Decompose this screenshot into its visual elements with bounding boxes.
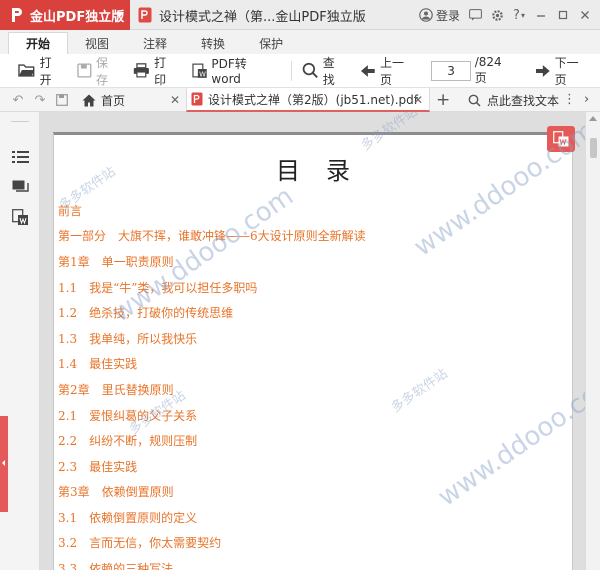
left-sidebar bbox=[0, 112, 40, 570]
page-number-input[interactable]: 3 bbox=[431, 60, 471, 81]
pdf-convert-icon[interactable] bbox=[11, 208, 29, 226]
redo-icon[interactable]: ↷ bbox=[32, 92, 48, 108]
tab-view[interactable]: 视图 bbox=[68, 32, 126, 54]
scroll-up-arrow-icon[interactable] bbox=[589, 116, 597, 121]
user-icon bbox=[419, 8, 433, 22]
expand-right-icon[interactable]: › bbox=[584, 92, 589, 107]
toc-entry[interactable]: 3.1 依赖倒置原则的定义 bbox=[58, 509, 197, 526]
toc-entry[interactable]: 2.1 爱恨纠葛的父子关系 bbox=[58, 407, 197, 424]
pdf-logo-icon bbox=[12, 8, 22, 22]
toc-entry[interactable]: 第1章 单一职责原则 bbox=[58, 253, 174, 270]
close-tab-icon[interactable]: ✕ bbox=[170, 93, 180, 107]
toc-entry[interactable]: 3.3 依赖的三种写法 bbox=[58, 560, 173, 570]
window-title-text: 设计模式之禅（第...金山PDF独立版 bbox=[159, 9, 366, 25]
find-button[interactable]: 查找 bbox=[298, 56, 350, 87]
find-text-placeholder: 点此查找文本 bbox=[487, 93, 560, 108]
tab-document[interactable]: 设计模式之禅（第2版）(jb51.net).pdf ✕ bbox=[186, 88, 430, 112]
find-label: 查找 bbox=[322, 55, 335, 87]
pdf-document-icon bbox=[138, 7, 152, 23]
pdf-to-word-label: PDF转word bbox=[211, 57, 247, 86]
new-tab-plus-icon[interactable]: + bbox=[436, 90, 450, 110]
tab-document-label: 设计模式之禅（第2版）(jb51.net).pdf bbox=[208, 92, 419, 107]
toc-entry[interactable]: 1.3 我单纯，所以我快乐 bbox=[58, 330, 197, 347]
save-label: 保存 bbox=[95, 55, 108, 87]
prev-page-label: 上一页 bbox=[380, 55, 405, 87]
title-controls: 登录 ? ▾ bbox=[419, 0, 596, 30]
chevron-down-icon bbox=[116, 12, 124, 17]
save-small-icon[interactable] bbox=[54, 92, 70, 108]
save-button[interactable]: 保存 bbox=[73, 56, 123, 87]
tab-annotate[interactable]: 注释 bbox=[126, 32, 184, 54]
toc-entry[interactable]: 1.4 最佳实践 bbox=[58, 355, 137, 372]
ribbon-tabs: 开始 视图 注释 转换 保护 bbox=[0, 30, 600, 54]
open-button[interactable]: 打开 bbox=[14, 56, 67, 87]
search-icon bbox=[468, 94, 481, 107]
pdf-to-word-button[interactable]: W PDF转word bbox=[188, 57, 279, 86]
sidebar-collapse-handle[interactable] bbox=[0, 416, 8, 512]
print-button[interactable]: 打印 bbox=[129, 56, 181, 87]
message-icon[interactable] bbox=[464, 0, 486, 30]
minimize-icon[interactable] bbox=[530, 0, 552, 30]
prev-page-button[interactable]: 上一页 bbox=[356, 56, 419, 87]
tab-start[interactable]: 开始 bbox=[8, 32, 69, 54]
toc-entry[interactable]: 第2章 里氏替换原则 bbox=[58, 381, 174, 398]
toolbar-divider bbox=[291, 60, 293, 81]
tab-convert[interactable]: 转换 bbox=[184, 32, 242, 54]
toolbar: 打开 保存 打印 W PDF转word 查找 上一页 3 /824页 下一页 bbox=[0, 54, 600, 88]
toc-entry[interactable]: 1.1 我是“牛”类，我可以担任多职吗 bbox=[58, 279, 257, 296]
pdf-document-icon bbox=[191, 92, 203, 106]
tab-protect[interactable]: 保护 bbox=[242, 32, 300, 54]
folder-open-icon bbox=[18, 64, 35, 77]
toc-entry[interactable]: 2.3 最佳实践 bbox=[58, 458, 137, 475]
arrow-right-icon bbox=[535, 64, 550, 77]
undo-icon[interactable]: ↶ bbox=[10, 92, 26, 108]
print-label: 打印 bbox=[154, 55, 167, 87]
window-title: 设计模式之禅（第...金山PDF独立版 bbox=[138, 0, 366, 30]
document-viewer[interactable]: 目录 前言 第一部分 大旗不挥，谁敢冲锋——6大设计原则全新解读 第1章 单一职… bbox=[40, 112, 585, 570]
scrollbar-thumb[interactable] bbox=[590, 138, 597, 158]
login-label: 登录 bbox=[435, 8, 460, 23]
toc-entry[interactable]: 2.2 纠纷不断，规则压制 bbox=[58, 432, 197, 449]
pdf-convert-icon bbox=[553, 131, 569, 147]
toc-entry[interactable]: 1.2 绝杀技，打破你的传统思维 bbox=[58, 304, 233, 321]
next-page-label: 下一页 bbox=[554, 55, 579, 87]
outline-list-icon[interactable] bbox=[11, 148, 29, 166]
arrow-left-icon bbox=[361, 64, 376, 77]
toc-entry[interactable]: 第一部分 大旗不挥，谁敢冲锋——6大设计原则全新解读 bbox=[58, 227, 366, 244]
maximize-icon[interactable] bbox=[552, 0, 574, 30]
search-icon bbox=[302, 62, 319, 79]
vertical-scrollbar[interactable] bbox=[585, 112, 600, 570]
help-icon[interactable]: ? ▾ bbox=[508, 0, 530, 30]
tab-home[interactable]: 首页 ✕ bbox=[78, 88, 186, 112]
toc-heading: 目录 bbox=[276, 157, 376, 185]
open-label: 打开 bbox=[39, 55, 52, 87]
app-name: 金山PDF独立版 bbox=[30, 9, 125, 25]
document-tabs-bar: ↶ ↷ 首页 ✕ 设计模式之禅（第2版）(jb51.net).pdf ✕ + 点… bbox=[0, 88, 600, 112]
save-disk-icon bbox=[77, 63, 92, 78]
settings-gear-icon[interactable] bbox=[486, 0, 508, 30]
close-icon[interactable] bbox=[574, 0, 596, 30]
close-tab-icon[interactable]: ✕ bbox=[413, 93, 423, 107]
pdf-to-word-icon: W bbox=[192, 63, 207, 78]
title-bar: 金山PDF独立版 设计模式之禅（第...金山PDF独立版 登录 ? ▾ bbox=[0, 0, 600, 30]
find-text-box[interactable]: 点此查找文本 bbox=[468, 88, 559, 112]
login-button[interactable]: 登录 bbox=[419, 7, 460, 24]
pdf-page: 目录 前言 第一部分 大旗不挥，谁敢冲锋——6大设计原则全新解读 第1章 单一职… bbox=[53, 132, 573, 570]
home-icon bbox=[82, 94, 96, 106]
comments-icon[interactable] bbox=[11, 178, 29, 196]
page-total: /824页 bbox=[474, 55, 502, 85]
next-page-button[interactable]: 下一页 bbox=[531, 56, 594, 87]
app-menu-button[interactable]: 金山PDF独立版 bbox=[0, 0, 130, 30]
toc-entry[interactable]: 前言 bbox=[58, 202, 82, 219]
sidebar-grip bbox=[11, 121, 29, 122]
printer-icon bbox=[134, 63, 150, 78]
toc-entry[interactable]: 第3章 依赖倒置原则 bbox=[58, 483, 174, 500]
more-options-icon[interactable]: ⋮ bbox=[563, 92, 576, 107]
toc-entry[interactable]: 3.2 言而无信，你太需要契约 bbox=[58, 534, 221, 551]
pdf-convert-float-button[interactable] bbox=[547, 126, 575, 152]
tab-home-label: 首页 bbox=[101, 93, 126, 108]
svg-text:W: W bbox=[199, 70, 206, 78]
